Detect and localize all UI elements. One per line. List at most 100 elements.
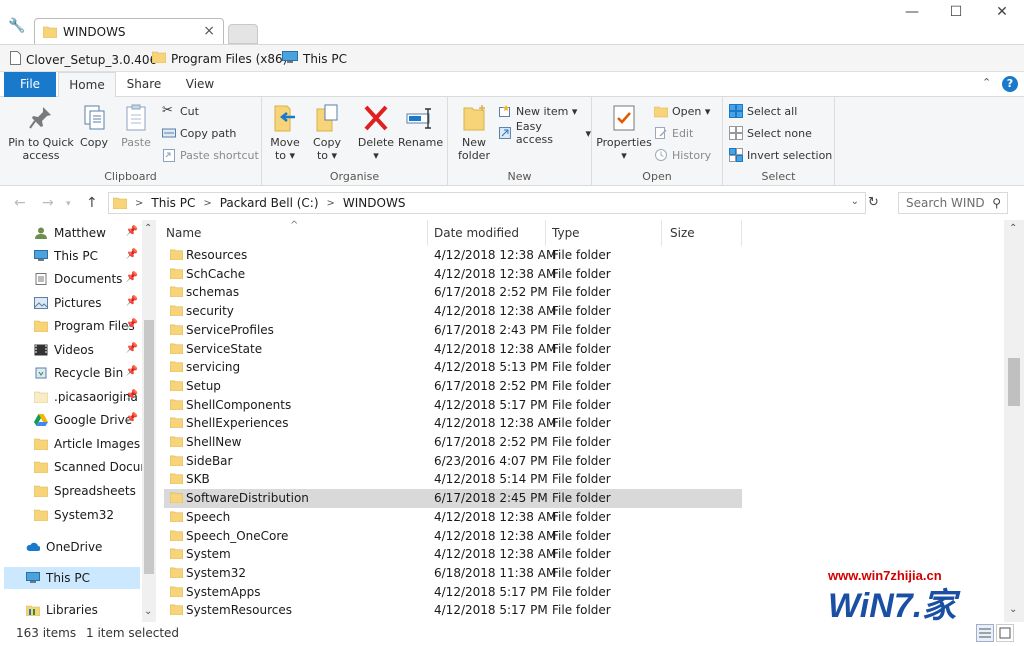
column-header-size[interactable]: Size xyxy=(662,220,742,246)
new-item-button[interactable]: New item ▾ xyxy=(498,102,577,120)
bookmark-clover-setup[interactable]: Clover_Setup_3.0.406 xyxy=(10,51,157,68)
properties-button[interactable]: Properties ▾ xyxy=(596,103,652,162)
table-row[interactable]: ServiceProfiles 6/17/2018 2:43 PM File fol… xyxy=(164,321,742,340)
easy-access-button[interactable]: Easy access ▾ xyxy=(498,120,591,146)
new-tab-button[interactable] xyxy=(228,24,258,44)
pin-icon[interactable]: 📌 xyxy=(126,390,138,401)
pin-icon[interactable]: 📌 xyxy=(126,249,138,260)
nav-item-program-files[interactable]: Program Files 📌 xyxy=(0,315,142,337)
pin-icon[interactable]: 📌 xyxy=(126,226,138,237)
help-icon[interactable]: ? xyxy=(1002,76,1018,92)
search-input[interactable]: Search WIND ⚲ xyxy=(898,192,1008,214)
select-none-button[interactable]: Select none xyxy=(729,124,812,142)
rename-button[interactable]: Rename xyxy=(398,103,443,149)
tab-file[interactable]: File xyxy=(4,72,56,97)
pin-icon[interactable]: 📌 xyxy=(126,366,138,377)
wrench-icon[interactable]: 🔧 xyxy=(8,18,25,34)
back-arrow-icon[interactable]: ← xyxy=(14,195,26,211)
breadcrumb-windows[interactable]: WINDOWS xyxy=(343,196,406,210)
details-view-button[interactable] xyxy=(976,624,994,642)
nav-scrollbar-thumb[interactable] xyxy=(144,320,154,574)
pin-icon[interactable]: 📌 xyxy=(126,296,138,307)
bookmark-this-pc[interactable]: This PC xyxy=(282,51,347,67)
copy-path-button[interactable]: Copy path xyxy=(162,124,236,142)
table-row[interactable]: SideBar 6/23/2016 4:07 PM File folder xyxy=(164,452,742,471)
nav-item-documents[interactable]: Documents 📌 xyxy=(0,268,142,290)
nav-item-article-images[interactable]: Article Images xyxy=(0,433,142,455)
table-row[interactable]: ServiceState 4/12/2018 12:38 AM File folde… xyxy=(164,340,742,359)
large-icons-view-button[interactable] xyxy=(996,624,1014,642)
table-row[interactable]: schemas 6/17/2018 2:52 PM File folder xyxy=(164,283,742,302)
table-row[interactable]: SystemApps 4/12/2018 5:17 PM File folder xyxy=(164,583,742,602)
column-header-date-modified[interactable]: Date modified xyxy=(426,220,546,246)
column-header-type[interactable]: Type xyxy=(544,220,662,246)
table-row[interactable]: SystemResources 4/12/2018 5:17 PM File fol… xyxy=(164,601,742,620)
invert-selection-button[interactable]: Invert selection xyxy=(729,146,832,164)
nav-item-pictures[interactable]: Pictures 📌 xyxy=(0,292,142,314)
nav-scrollbar[interactable]: ⌃ ⌄ xyxy=(142,220,156,622)
recent-locations-chevron-icon[interactable]: ▾ xyxy=(66,199,71,209)
scroll-down-icon[interactable]: ⌄ xyxy=(1009,604,1017,615)
breadcrumb-packard-bell[interactable]: Packard Bell (C:) xyxy=(220,196,319,210)
copy-button[interactable]: Copy xyxy=(76,103,112,149)
pin-to-quick-access-button[interactable]: Pin to Quick access xyxy=(8,103,74,162)
nav-item-spreadsheets[interactable]: Spreadsheets xyxy=(0,480,142,502)
tab-home[interactable]: Home xyxy=(58,72,116,98)
chevron-right-icon[interactable]: > xyxy=(203,198,211,209)
table-row[interactable]: ShellNew 6/17/2018 2:52 PM File folder xyxy=(164,433,742,452)
table-row[interactable]: security 4/12/2018 12:38 AM File folder xyxy=(164,302,742,321)
column-header-name[interactable]: ^ Name xyxy=(158,220,428,246)
delete-button[interactable]: Delete ▾ xyxy=(356,103,396,162)
table-row[interactable]: ShellComponents 4/12/2018 5:17 PM File fol… xyxy=(164,396,742,415)
nav-item-videos[interactable]: Videos 📌 xyxy=(0,339,142,361)
address-input[interactable]: > This PC > Packard Bell (C:) > WINDOWS … xyxy=(108,192,866,214)
paste-shortcut-button[interactable]: Paste shortcut xyxy=(162,146,259,164)
pin-icon[interactable]: 📌 xyxy=(126,413,138,424)
nav-item-onedrive[interactable]: OneDrive xyxy=(0,536,142,558)
pin-icon[interactable]: 📌 xyxy=(126,319,138,330)
chevron-up-icon[interactable]: ⌃ xyxy=(982,76,991,89)
table-row[interactable]: Setup 6/17/2018 2:52 PM File folder xyxy=(164,377,742,396)
tab-view[interactable]: View xyxy=(176,72,224,97)
cut-button[interactable]: ✂ Cut xyxy=(162,102,199,120)
new-folder-button[interactable]: New folder xyxy=(454,103,494,162)
close-window-button[interactable]: ✕ xyxy=(982,4,1022,26)
nav-item-picasaoriginals[interactable]: .picasaorigina 📌 xyxy=(0,386,142,408)
table-row[interactable]: System32 6/18/2018 11:38 AM File folder xyxy=(164,564,742,583)
move-to-button[interactable]: Move to ▾ xyxy=(268,103,302,162)
copy-to-button[interactable]: Copy to ▾ xyxy=(310,103,344,162)
pin-icon[interactable]: 📌 xyxy=(126,343,138,354)
tab-windows[interactable]: WINDOWS × xyxy=(34,18,224,45)
history-button[interactable]: History xyxy=(654,146,711,164)
edit-button[interactable]: Edit xyxy=(654,124,693,142)
nav-item-recycle-bin[interactable]: Recycle Bin 📌 xyxy=(0,362,142,384)
table-row[interactable]: ShellExperiences 4/12/2018 12:38 AM File f… xyxy=(164,414,742,433)
refresh-icon[interactable]: ↻ xyxy=(868,195,879,210)
scroll-down-icon[interactable]: ⌄ xyxy=(144,606,152,617)
pin-icon[interactable]: 📌 xyxy=(126,272,138,283)
file-list-scrollbar[interactable]: ⌃ ⌄ xyxy=(1004,220,1024,622)
chevron-right-icon[interactable]: > xyxy=(327,198,335,209)
minimize-button[interactable]: — xyxy=(892,4,932,26)
select-all-button[interactable]: Select all xyxy=(729,102,797,120)
nav-item-system32[interactable]: System32 xyxy=(0,504,142,526)
table-row[interactable]: SoftwareDistribution 6/17/2018 2:45 PM Fil… xyxy=(164,489,742,508)
forward-arrow-icon[interactable]: → xyxy=(42,195,54,211)
table-row[interactable]: Speech 4/12/2018 12:38 AM File folder xyxy=(164,508,742,527)
table-row[interactable]: System 4/12/2018 12:38 AM File folder xyxy=(164,545,742,564)
nav-item-this-pc[interactable]: This PC xyxy=(4,567,140,589)
nav-item-matthew[interactable]: Matthew 📌 xyxy=(0,222,142,244)
bookmark-program-files-x86[interactable]: Program Files (x86) xyxy=(151,51,287,66)
table-row[interactable]: Speech_OneCore 4/12/2018 12:38 AM File fol… xyxy=(164,527,742,546)
nav-item-this-pc-quick[interactable]: This PC 📌 xyxy=(0,245,142,267)
file-list-scrollbar-thumb[interactable] xyxy=(1008,358,1020,406)
breadcrumb-this-pc[interactable]: This PC xyxy=(151,196,195,210)
scroll-up-icon[interactable]: ⌃ xyxy=(1009,223,1017,234)
table-row[interactable]: SchCache 4/12/2018 12:38 AM File folder xyxy=(164,265,742,284)
nav-item-libraries[interactable]: Libraries xyxy=(0,599,142,621)
search-icon[interactable]: ⚲ xyxy=(992,196,1001,210)
table-row[interactable]: Resources 4/12/2018 12:38 AM File folder xyxy=(164,246,742,265)
chevron-right-icon[interactable]: > xyxy=(135,198,143,209)
scroll-up-icon[interactable]: ⌃ xyxy=(144,223,152,234)
close-tab-icon[interactable]: × xyxy=(203,23,215,39)
